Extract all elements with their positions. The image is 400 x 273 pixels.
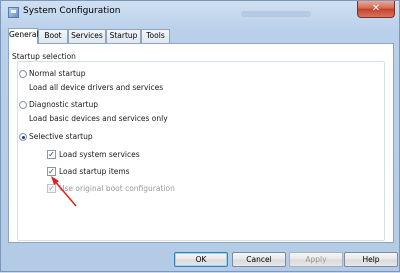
red-arrow-annotation xyxy=(51,176,77,207)
tab-general[interactable]: General xyxy=(8,28,39,44)
system-configuration-window: System Configuration ✕ General Boot Serv… xyxy=(0,0,400,272)
arrow-shaft xyxy=(52,178,77,207)
